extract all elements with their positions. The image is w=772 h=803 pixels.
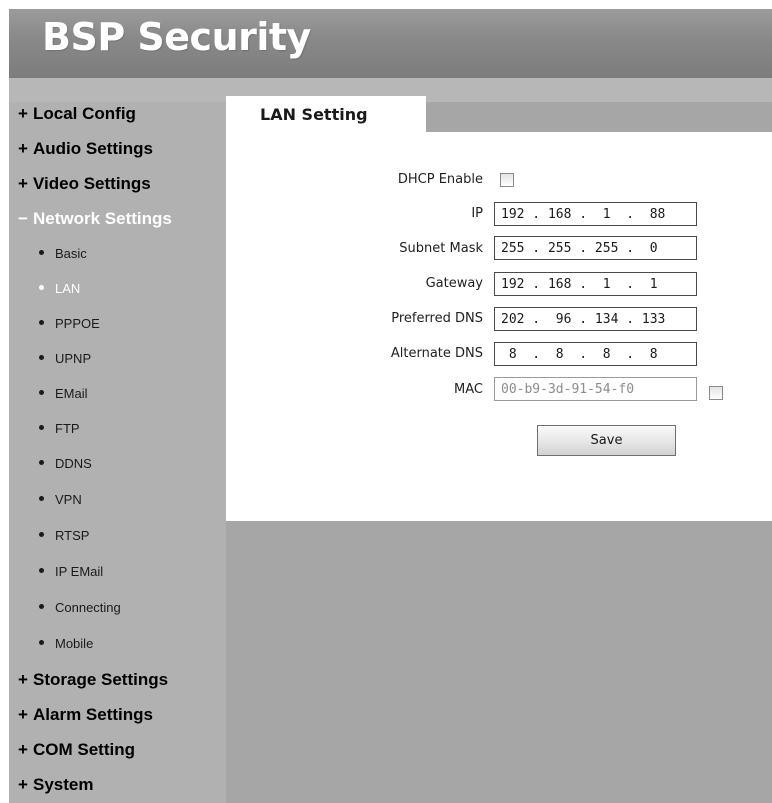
nav-item-label: Basic [55, 246, 87, 261]
sidebar [9, 102, 226, 803]
nav-item-label: VPN [55, 492, 82, 507]
lan-settings-panel: DHCP Enable IP 192 . 168 . 1 . 88 Subnet… [226, 132, 772, 521]
bullet-icon [39, 390, 44, 396]
preferred-dns-label: Preferred DNS [391, 311, 483, 326]
nav-category-label: Alarm Settings [33, 705, 153, 724]
nav-item-rtsp[interactable]: RTSP [39, 528, 89, 543]
nav-item-basic[interactable]: Basic [39, 246, 87, 261]
header-banner: BSP Security [9, 9, 772, 78]
nav-item-label: Connecting [55, 600, 121, 615]
expand-icon: + [18, 104, 28, 123]
nav-item-label: RTSP [55, 528, 90, 543]
nav-category-label: Network Settings [33, 209, 172, 228]
nav-item-label: IP EMail [55, 564, 104, 579]
nav-category-system[interactable]: + System [18, 775, 93, 795]
alternate-dns-label: Alternate DNS [390, 346, 483, 361]
nav-category-label: System [33, 775, 94, 794]
dhcp-label: DHCP Enable [397, 172, 483, 187]
nav-item-label: Mobile [55, 636, 94, 651]
nav-item-mobile[interactable]: Mobile [39, 636, 93, 651]
bullet-icon [39, 604, 44, 610]
bullet-icon [39, 460, 44, 466]
subnet-mask-label: Subnet Mask [399, 241, 483, 256]
nav-category-storage-settings[interactable]: + Storage Settings [18, 670, 168, 690]
brand-logo: BSP Security [42, 15, 311, 59]
nav-item-vpn[interactable]: VPN [39, 492, 82, 507]
nav-category-video-settings[interactable]: + Video Settings [18, 174, 151, 194]
tab-label: LAN Setting [260, 105, 368, 124]
expand-icon: + [18, 670, 28, 689]
dhcp-checkbox[interactable] [500, 173, 514, 187]
save-button[interactable]: Save [537, 425, 676, 456]
nav-category-label: Storage Settings [33, 670, 169, 689]
bullet-icon [39, 640, 44, 646]
mac-edit-checkbox[interactable] [709, 386, 723, 400]
ip-label: IP [471, 206, 483, 221]
bullet-icon [39, 532, 44, 538]
nav-category-audio-settings[interactable]: + Audio Settings [18, 139, 153, 159]
nav-category-network-settings[interactable]: − Network Settings [18, 209, 172, 229]
nav-item-label: LAN [55, 281, 81, 296]
nav-item-label: EMail [55, 386, 88, 401]
bullet-icon [39, 425, 44, 431]
nav-item-ddns[interactable]: DDNS [39, 456, 92, 471]
expand-icon: + [18, 139, 28, 158]
expand-icon: + [18, 174, 28, 193]
nav-item-upnp[interactable]: UPNP [39, 351, 91, 366]
expand-icon: + [18, 775, 28, 794]
mac-label: MAC [454, 382, 483, 397]
expand-icon: + [18, 740, 28, 759]
nav-item-ftp[interactable]: FTP [39, 421, 80, 436]
nav-item-pppoe[interactable]: PPPOE [39, 316, 100, 331]
nav-category-alarm-settings[interactable]: + Alarm Settings [18, 705, 153, 725]
bullet-icon [39, 496, 44, 502]
expand-icon: + [18, 705, 28, 724]
nav-category-label: Video Settings [33, 174, 151, 193]
nav-item-ip-email[interactable]: IP EMail [39, 564, 103, 579]
preferred-dns-field[interactable]: 202 . 96 . 134 . 133 [494, 307, 697, 331]
bullet-icon [39, 250, 44, 256]
nav-item-label: DDNS [55, 456, 92, 471]
subnet-mask-field[interactable]: 255 . 255 . 255 . 0 [494, 236, 697, 260]
bullet-icon [39, 568, 44, 574]
ip-field[interactable]: 192 . 168 . 1 . 88 [494, 202, 697, 226]
tab-lan-setting[interactable]: LAN Setting [226, 96, 426, 132]
nav-item-email[interactable]: EMail [39, 386, 88, 401]
gateway-label: Gateway [425, 276, 483, 291]
nav-item-connecting[interactable]: Connecting [39, 600, 121, 615]
mac-field[interactable]: 00-b9-3d-91-54-f0 [494, 377, 697, 401]
bullet-icon [39, 320, 44, 326]
bullet-icon [39, 285, 44, 291]
nav-item-label: PPPOE [55, 316, 100, 331]
alternate-dns-field[interactable]: 8 . 8 . 8 . 8 [494, 342, 697, 366]
nav-category-label: Audio Settings [33, 139, 153, 158]
bullet-icon [39, 355, 44, 361]
collapse-icon: − [18, 209, 28, 228]
nav-category-local-config[interactable]: + Local Config [18, 104, 136, 124]
nav-category-com-setting[interactable]: + COM Setting [18, 740, 135, 760]
nav-item-label: UPNP [55, 351, 92, 366]
nav-category-label: Local Config [33, 104, 136, 123]
nav-category-label: COM Setting [33, 740, 135, 759]
gateway-field[interactable]: 192 . 168 . 1 . 1 [494, 272, 697, 296]
nav-item-lan[interactable]: LAN [39, 281, 80, 296]
nav-item-label: FTP [55, 421, 80, 436]
